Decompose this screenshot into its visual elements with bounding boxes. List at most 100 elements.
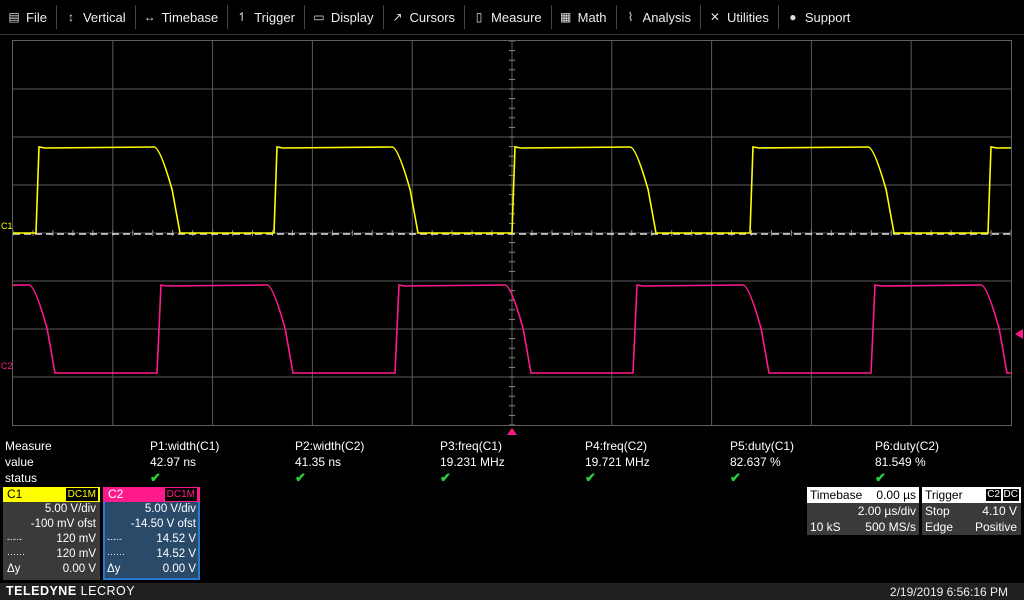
trigger-descriptor-box[interactable]: Trigger C2 DC Stop 4.10 V Edge Positive — [922, 487, 1021, 535]
horizontal-arrows-icon: ↔ — [143, 10, 156, 24]
menu-label: File — [26, 9, 47, 25]
menu-label: Vertical — [82, 9, 126, 25]
measure-p4-name[interactable]: P4:freq(C2) — [585, 438, 647, 454]
measure-p5-value: 82.637 % — [730, 455, 781, 469]
menu-trigger[interactable]: ↿ Trigger — [228, 5, 305, 29]
c2-name: C2 — [108, 487, 124, 501]
display-icon: ▭ — [313, 10, 325, 24]
c1-ground-marker[interactable]: C1 — [1, 221, 13, 231]
trigger-header: Trigger C2 DC — [922, 487, 1021, 503]
menu-display[interactable]: ▭ Display — [305, 5, 384, 29]
menu-label: Measure — [491, 9, 542, 25]
c1-coupling: DC1M — [65, 488, 98, 501]
c1-dy-label: Δy — [7, 563, 21, 575]
status-check-icon: ✔ — [585, 470, 596, 485]
status-check-icon: ✔ — [875, 470, 886, 485]
folder-icon: ▤ — [8, 10, 20, 24]
c1-cursor1-value: 120 mV — [56, 533, 96, 545]
brand-logo: TELEDYNE LECROY — [6, 584, 135, 598]
measure-p6-name[interactable]: P6:duty(C2) — [875, 438, 939, 454]
analysis-chart-icon: ⌇ — [627, 10, 634, 24]
timebase-samples: 10 kS — [810, 520, 841, 534]
menu-timebase[interactable]: ↔ Timebase — [136, 5, 229, 29]
menu-measure[interactable]: ▯ Measure — [465, 5, 552, 29]
trigger-source: C2 — [986, 489, 1001, 501]
menu-vertical[interactable]: ↕ Vertical — [57, 5, 136, 29]
measure-value-row: value 42.97 ns 41.35 ns 19.231 MHz 19.72… — [0, 454, 1024, 470]
c2-cursor2-value: 14.52 V — [156, 548, 196, 560]
measure-p1-name[interactable]: P1:width(C1) — [150, 438, 219, 454]
trigger-slope: Positive — [974, 520, 1017, 534]
menu-label: Support — [804, 9, 851, 25]
c2-descriptor-header: C2 DC1M — [103, 487, 200, 502]
brand-lecroy: LECROY — [76, 584, 136, 598]
measure-p2-name[interactable]: P2:width(C2) — [295, 438, 364, 454]
measure-status-row: status ✔ ✔ ✔ ✔ ✔ ✔ — [0, 470, 1024, 486]
timebase-header: Timebase 0.00 µs — [807, 487, 919, 503]
menu-label: Utilities — [726, 9, 769, 25]
status-check-icon: ✔ — [150, 470, 161, 485]
c2-offset: -14.50 V ofst — [130, 518, 196, 530]
c2-coupling: DC1M — [164, 488, 197, 501]
c2-vdiv: 5.00 V/div — [144, 503, 196, 515]
measure-p6-value: 81.549 % — [875, 455, 926, 469]
cursor-icon: ↗ — [392, 10, 403, 24]
menu-analysis[interactable]: ⌇ Analysis — [617, 5, 701, 29]
trigger-position-marker[interactable] — [507, 427, 517, 435]
measure-p5-name[interactable]: P5:duty(C1) — [730, 438, 794, 454]
measure-value-label: value — [5, 455, 34, 469]
trigger-label: Trigger — [925, 488, 963, 502]
c1-dy-value: 0.00 V — [62, 563, 96, 575]
vertical-arrows-icon: ↕ — [67, 10, 74, 24]
c1-name: C1 — [7, 487, 23, 501]
timebase-delay: 0.00 µs — [876, 488, 916, 502]
cursor1-icon: -·-·- — [107, 534, 122, 544]
c1-descriptor-box[interactable]: C1 DC1M 5.00 V/div -100 mV ofst -·-·- 120… — [3, 487, 100, 580]
measure-p2-value: 41.35 ns — [295, 455, 342, 469]
menu-label: Analysis — [642, 9, 691, 25]
trigger-type: Edge — [925, 520, 954, 534]
timebase-rate: 500 MS/s — [865, 520, 916, 534]
measure-p1-value: 42.97 ns — [150, 455, 197, 469]
c1-descriptor-header: C1 DC1M — [3, 487, 100, 502]
c1-cursor2-value: 120 mV — [56, 548, 96, 560]
timebase-tdiv: 2.00 µs/div — [857, 504, 916, 518]
menu-bar: ▤ File ↕ Vertical ↔ Timebase ↿ Trigger ▭ Display ↗… — [0, 0, 1024, 35]
c2-cursor1-value: 14.52 V — [156, 533, 196, 545]
c2-descriptor-box[interactable]: C2 DC1M 5.00 V/div -14.50 V ofst -·-·- 14… — [103, 487, 200, 580]
tools-icon: ✕ — [709, 10, 720, 24]
status-check-icon: ✔ — [295, 470, 306, 485]
status-check-icon: ✔ — [730, 470, 741, 485]
timebase-descriptor-box[interactable]: Timebase 0.00 µs 2.00 µs/div 10 kS 500 M… — [807, 487, 919, 535]
measure-header-row: Measure P1:width(C1) P2:width(C2) P3:fre… — [0, 438, 1024, 454]
c1-vdiv: 5.00 V/div — [44, 503, 96, 515]
waveform-grid[interactable] — [12, 40, 1012, 426]
menu-utilities[interactable]: ✕ Utilities — [701, 5, 779, 29]
menu-math[interactable]: ▦ Math — [552, 5, 617, 29]
info-icon: ● — [789, 10, 797, 24]
measurement-table: Measure P1:width(C1) P2:width(C2) P3:fre… — [0, 438, 1024, 486]
menu-cursors[interactable]: ↗ Cursors — [384, 5, 466, 29]
brand-teledyne: TELEDYNE — [6, 584, 77, 598]
measure-header-label[interactable]: Measure — [5, 438, 52, 454]
c2-ground-marker[interactable]: C2 — [1, 361, 13, 371]
measure-p3-value: 19.231 MHz — [440, 455, 505, 469]
menu-file[interactable]: ▤ File — [0, 5, 57, 29]
trigger-edge-icon: ↿ — [237, 10, 248, 24]
menu-support[interactable]: ● Support — [779, 5, 860, 29]
trigger-level-marker[interactable] — [1013, 329, 1023, 339]
trigger-coupling: DC — [1002, 489, 1019, 501]
c2-dy-label: Δy — [107, 563, 121, 575]
menu-label: Timebase — [161, 9, 219, 25]
c2-dy-value: 0.00 V — [162, 563, 196, 575]
measure-icon: ▯ — [475, 10, 483, 24]
cursor2-icon: ······ — [107, 549, 125, 559]
status-check-icon: ✔ — [440, 470, 451, 485]
measure-status-label: status — [5, 471, 38, 485]
measure-p4-value: 19.721 MHz — [585, 455, 650, 469]
waveform-display — [13, 41, 1011, 425]
menu-label: Cursors — [409, 9, 456, 25]
measure-p3-name[interactable]: P3:freq(C1) — [440, 438, 502, 454]
trigger-level: 4.10 V — [982, 504, 1017, 518]
menu-label: Math — [577, 9, 607, 25]
